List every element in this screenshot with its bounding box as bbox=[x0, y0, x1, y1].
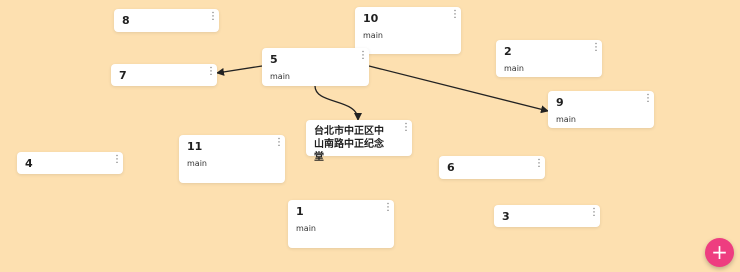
node-11[interactable]: 11 main bbox=[179, 135, 285, 183]
more-vertical-icon[interactable] bbox=[589, 208, 595, 218]
more-vertical-icon[interactable] bbox=[534, 159, 540, 169]
node-2[interactable]: 2 main bbox=[496, 40, 602, 77]
add-node-button[interactable]: + bbox=[705, 238, 734, 267]
node-title: 6 bbox=[447, 161, 455, 174]
more-vertical-icon[interactable] bbox=[206, 67, 212, 77]
node-4[interactable]: 4 bbox=[17, 152, 123, 174]
node-title: 9 bbox=[556, 96, 564, 109]
more-vertical-icon[interactable] bbox=[401, 123, 407, 133]
node-subtitle: main bbox=[504, 64, 524, 73]
edge-5-to-7[interactable] bbox=[216, 65, 263, 76]
node-5[interactable]: 5 main bbox=[262, 48, 369, 86]
node-1[interactable]: 1 main bbox=[288, 200, 394, 248]
more-vertical-icon[interactable] bbox=[274, 138, 280, 148]
node-subtitle: main bbox=[363, 31, 383, 40]
node-title: 3 bbox=[502, 210, 510, 223]
more-vertical-icon[interactable] bbox=[112, 155, 118, 165]
node-title: 1 bbox=[296, 205, 304, 218]
node-3[interactable]: 3 bbox=[494, 205, 600, 227]
plus-icon: + bbox=[711, 240, 728, 264]
node-title: 8 bbox=[122, 14, 130, 27]
node-title: 台北市中正区中山南路中正纪念堂 bbox=[314, 126, 384, 163]
node-subtitle: main bbox=[270, 72, 290, 81]
more-vertical-icon[interactable] bbox=[643, 94, 649, 104]
flow-canvas[interactable]: 8 10 main 2 main 7 5 main 9 main 台北市中正区中… bbox=[0, 0, 740, 272]
node-memorial[interactable]: 台北市中正区中山南路中正纪念堂 bbox=[306, 120, 412, 163]
node-6[interactable]: 6 bbox=[439, 156, 545, 179]
node-9[interactable]: 9 main bbox=[548, 91, 654, 128]
more-vertical-icon[interactable] bbox=[208, 12, 214, 22]
node-subtitle: main bbox=[187, 159, 207, 168]
node-10[interactable]: 10 main bbox=[355, 7, 461, 54]
more-vertical-icon[interactable] bbox=[358, 51, 364, 61]
node-subtitle: main bbox=[296, 224, 316, 233]
node-7[interactable]: 7 bbox=[111, 64, 217, 86]
more-vertical-icon[interactable] bbox=[450, 10, 456, 20]
node-title: 5 bbox=[270, 53, 278, 66]
node-title: 11 bbox=[187, 140, 203, 153]
more-vertical-icon[interactable] bbox=[591, 43, 597, 53]
node-subtitle: main bbox=[556, 115, 576, 124]
more-vertical-icon[interactable] bbox=[383, 203, 389, 213]
node-title: 7 bbox=[119, 69, 127, 82]
node-title: 4 bbox=[25, 157, 33, 170]
edge-5-to-memorial[interactable] bbox=[314, 85, 362, 121]
node-title: 10 bbox=[363, 12, 379, 25]
node-title: 2 bbox=[504, 45, 512, 58]
node-8[interactable]: 8 bbox=[114, 9, 219, 32]
